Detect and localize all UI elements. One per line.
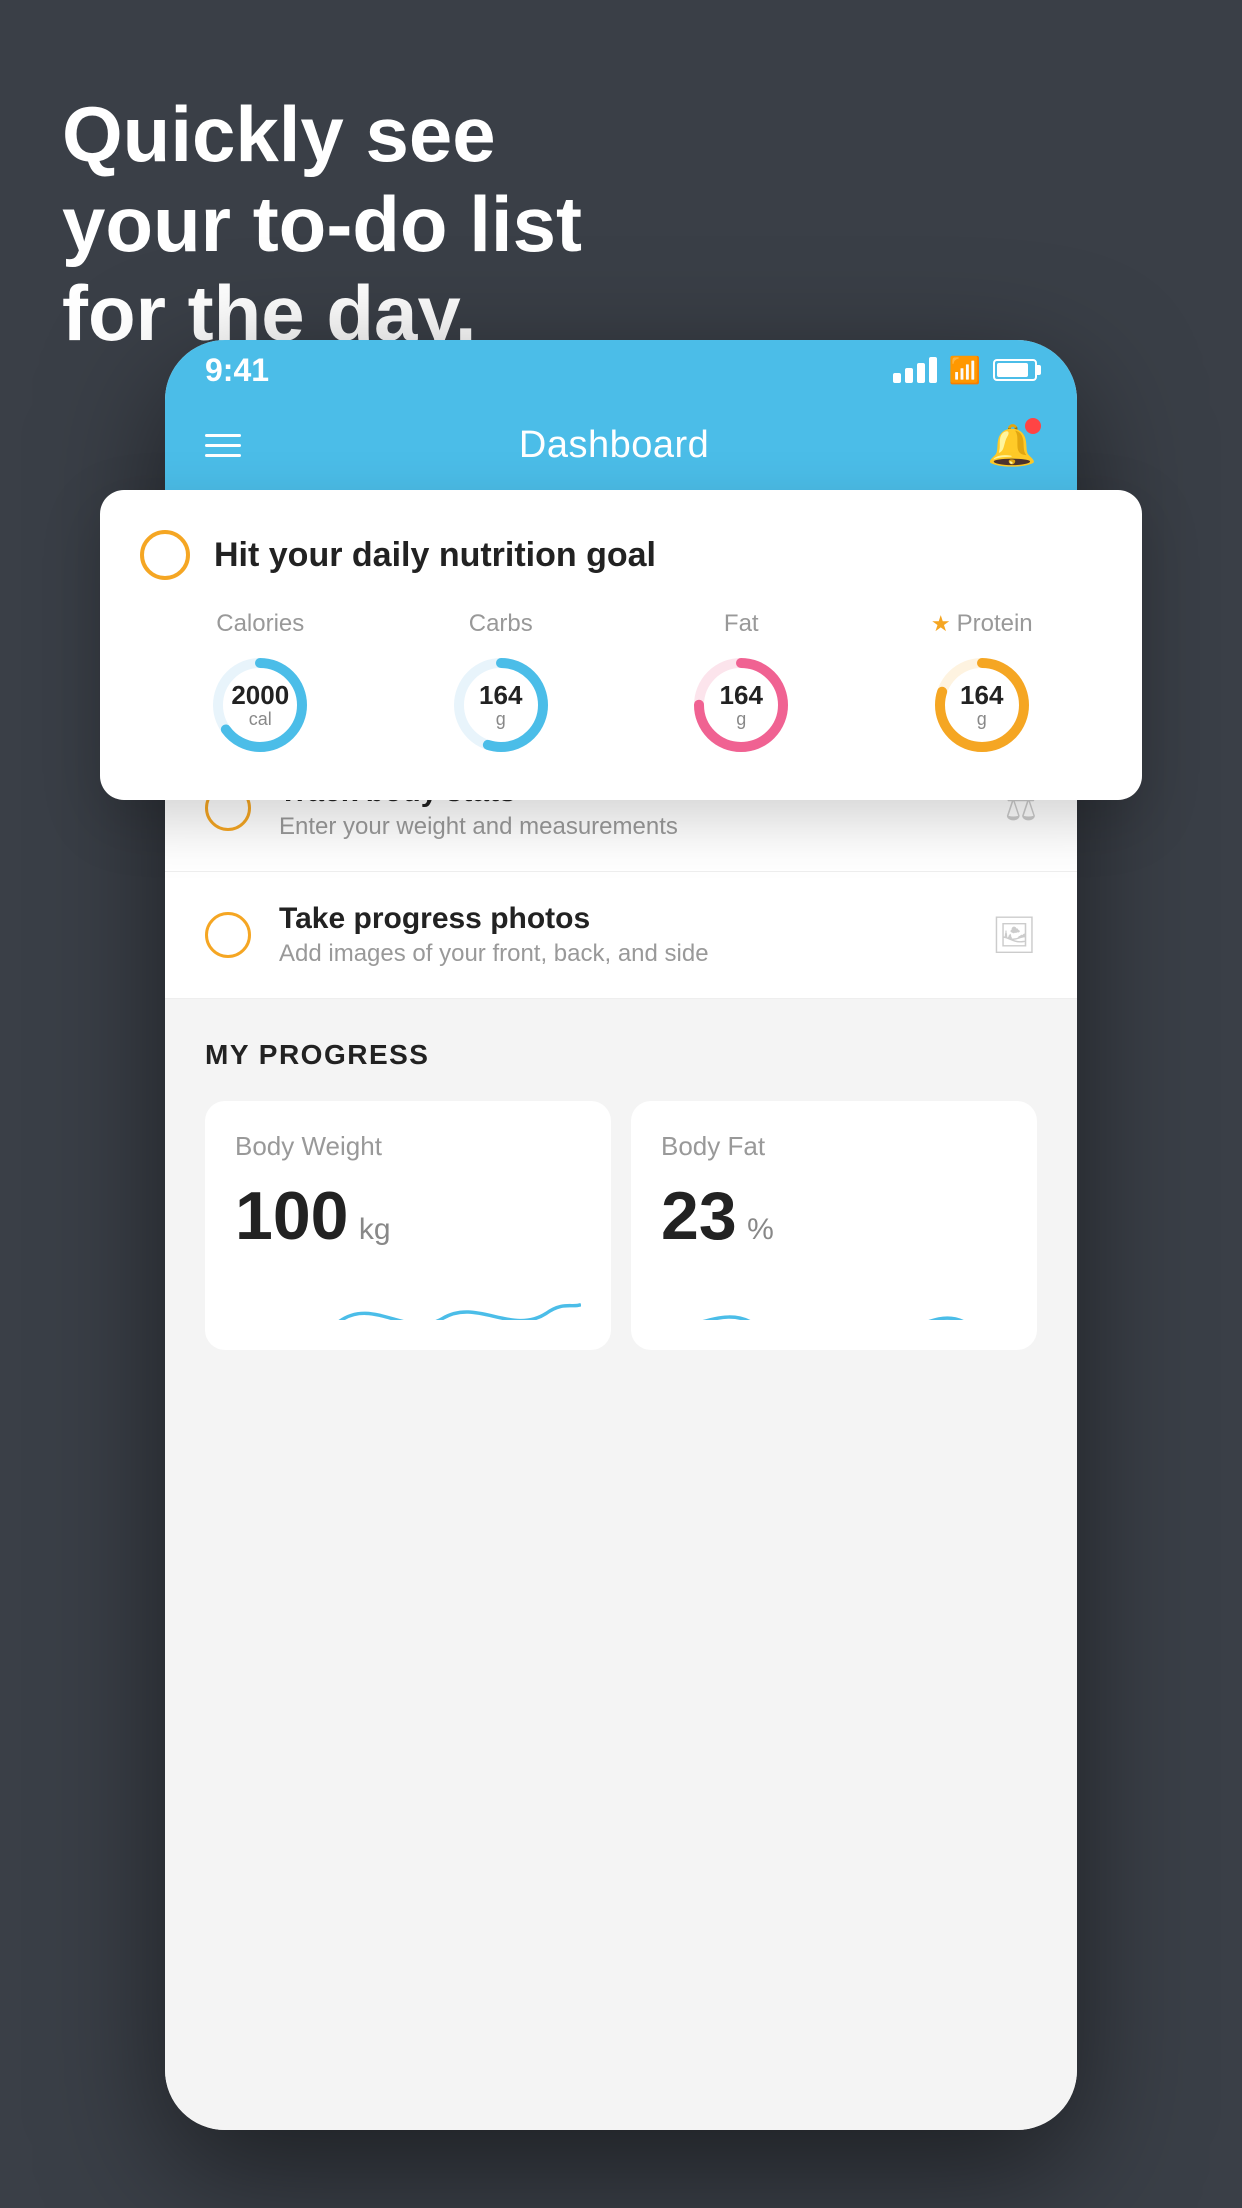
fat-unit: g	[720, 709, 763, 729]
nutrition-calories: Calories 2000 cal	[205, 610, 315, 760]
nutrition-protein: ★ Protein 164 g	[927, 610, 1037, 760]
protein-label: ★ Protein	[931, 610, 1033, 638]
carbs-label: Carbs	[469, 610, 533, 638]
calories-value: 2000	[231, 681, 289, 710]
body-fat-wave	[661, 1270, 1007, 1320]
protein-center: 164 g	[960, 681, 1003, 729]
body-fat-label: Body Fat	[661, 1131, 1007, 1162]
todo-subtitle-body-stats: Enter your weight and measurements	[279, 813, 977, 841]
protein-label-text: Protein	[957, 610, 1033, 638]
wifi-icon: 📶	[949, 355, 981, 386]
nutrition-card-title: Hit your daily nutrition goal	[214, 536, 656, 575]
body-fat-card[interactable]: Body Fat 23 %	[631, 1101, 1037, 1350]
calories-label: Calories	[216, 610, 304, 638]
star-icon: ★	[931, 611, 951, 637]
fat-center: 164 g	[720, 681, 763, 729]
todo-title-photos: Take progress photos	[279, 902, 963, 936]
hero-line-1: Quickly see	[62, 90, 582, 180]
photos-icon: 🖼	[991, 914, 1037, 956]
notification-bell[interactable]: 🔔	[987, 422, 1037, 469]
protein-ring: 164 g	[927, 650, 1037, 760]
hero-line-2: your to-do list	[62, 180, 582, 270]
progress-grid: Body Weight 100 kg Body Fat 23	[205, 1101, 1037, 1350]
todo-circle-photos	[205, 912, 251, 958]
hero-text: Quickly see your to-do list for the day.	[62, 90, 582, 359]
status-icons: 📶	[893, 355, 1037, 386]
nutrition-card-header: Hit your daily nutrition goal	[140, 530, 1102, 580]
body-weight-value: 100	[235, 1178, 348, 1254]
nav-bar: Dashboard 🔔	[165, 400, 1077, 490]
progress-section-title: MY PROGRESS	[205, 1039, 1037, 1071]
body-weight-wave	[235, 1270, 581, 1320]
body-fat-value-row: 23 %	[661, 1182, 1007, 1250]
fat-value: 164	[720, 681, 763, 710]
carbs-value: 164	[479, 681, 522, 710]
body-weight-card[interactable]: Body Weight 100 kg	[205, 1101, 611, 1350]
body-weight-unit: kg	[359, 1213, 391, 1246]
calories-unit: cal	[231, 709, 289, 729]
nutrition-card[interactable]: Hit your daily nutrition goal Calories 2…	[100, 490, 1142, 800]
protein-value: 164	[960, 681, 1003, 710]
carbs-center: 164 g	[479, 681, 522, 729]
nutrition-check-circle	[140, 530, 190, 580]
notification-dot	[1025, 418, 1041, 434]
nutrition-circles: Calories 2000 cal Carbs	[140, 610, 1102, 760]
nutrition-carbs: Carbs 164 g	[446, 610, 556, 760]
body-fat-unit: %	[747, 1213, 774, 1246]
fat-ring: 164 g	[686, 650, 796, 760]
signal-icon	[893, 357, 937, 383]
status-time: 9:41	[205, 352, 269, 389]
status-bar: 9:41 📶	[165, 340, 1077, 400]
todo-item-photos[interactable]: Take progress photos Add images of your …	[165, 872, 1077, 999]
nutrition-fat: Fat 164 g	[686, 610, 796, 760]
calories-center: 2000 cal	[231, 681, 289, 729]
body-fat-value: 23	[661, 1178, 737, 1254]
battery-icon	[993, 359, 1037, 381]
carbs-unit: g	[479, 709, 522, 729]
hamburger-menu[interactable]	[205, 434, 241, 457]
body-weight-value-row: 100 kg	[235, 1182, 581, 1250]
protein-unit: g	[960, 709, 1003, 729]
body-weight-label: Body Weight	[235, 1131, 581, 1162]
fat-label: Fat	[724, 610, 759, 638]
nav-title: Dashboard	[519, 424, 709, 467]
calories-ring: 2000 cal	[205, 650, 315, 760]
todo-text-photos: Take progress photos Add images of your …	[279, 902, 963, 968]
todo-subtitle-photos: Add images of your front, back, and side	[279, 940, 963, 968]
progress-section: MY PROGRESS Body Weight 100 kg	[165, 999, 1077, 1350]
carbs-ring: 164 g	[446, 650, 556, 760]
